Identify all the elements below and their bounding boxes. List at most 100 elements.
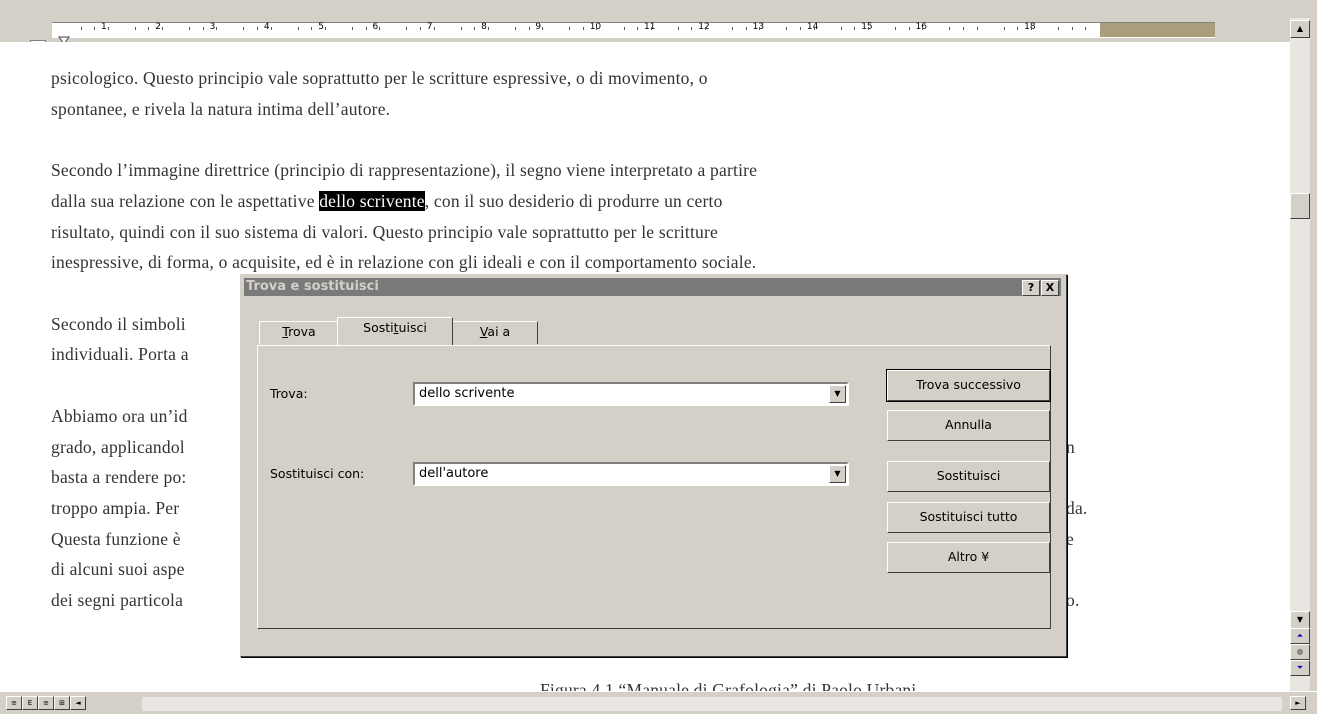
ruler-number: 3 (209, 22, 216, 32)
ruler-tick (365, 27, 367, 30)
close-button[interactable]: X (1041, 280, 1059, 296)
ruler-tick (297, 27, 299, 30)
ruler-number: 15 (861, 22, 873, 32)
ruler-tick (786, 27, 788, 30)
find-input[interactable]: dello scrivente ▼ (413, 382, 849, 406)
ruler-tick (162, 27, 164, 30)
ruler-tick (813, 27, 815, 30)
doc-text: , con il suo desiderio di produrre un ce… (424, 191, 723, 211)
ruler-tick (460, 27, 462, 30)
tab-vai-a[interactable]: Vai a (452, 321, 538, 344)
doc-fragment: n (1066, 437, 1075, 457)
ruler-number: 1 (101, 22, 107, 32)
doc-fragment: o. (1066, 590, 1080, 610)
ruler-tick (1017, 27, 1019, 30)
ruler-number: 9 (535, 22, 542, 32)
doc-line: risultato, quindi con il suo sistema di … (51, 222, 718, 242)
ruler-tick (487, 27, 489, 30)
scroll-right-button[interactable]: ► (1290, 696, 1306, 710)
next-page-button[interactable]: ⏷ (1290, 660, 1310, 676)
scroll-down-button[interactable]: ▼ (1290, 611, 1310, 629)
normal-view-button[interactable]: ≡ (6, 696, 22, 710)
selected-text[interactable]: dello scrivente (319, 191, 425, 211)
doc-line-with-selection: dalla sua relazione con le aspettative d… (51, 191, 723, 212)
web-layout-view-button[interactable]: E (22, 696, 38, 710)
doc-line: dei segni particola (51, 590, 184, 610)
ruler-number: 12 (698, 22, 710, 32)
find-input-value: dello scrivente (419, 386, 515, 401)
replace-input[interactable]: dell'autore ▼ (413, 462, 849, 486)
ruler-number: 10 (589, 22, 602, 32)
doc-line: Abbiamo ora un’id (51, 406, 188, 426)
doc-line: individuali. Porta a (51, 344, 189, 364)
ruler-tick (732, 27, 734, 30)
doc-fragment: e (1066, 529, 1074, 549)
tab-trova[interactable]: Trova (259, 321, 339, 344)
find-label: Trova: (270, 386, 308, 401)
horizontal-scroll-track[interactable] (142, 697, 1282, 711)
ruler-tick (908, 27, 910, 30)
ruler-tick (596, 27, 598, 30)
ruler-tick (650, 27, 652, 30)
tab-label: Trova (282, 324, 316, 339)
tab-label: Vai a (479, 324, 511, 339)
ruler-tick (867, 27, 869, 30)
replace-all-button[interactable]: Sostituisci tutto (887, 502, 1050, 533)
ruler-right-margin-area[interactable] (1100, 22, 1215, 38)
ruler-tick (474, 27, 476, 30)
ruler-tick (542, 27, 544, 30)
replace-input-value: dell'autore (419, 466, 489, 481)
ruler-tick (637, 27, 639, 30)
ruler-tick (189, 27, 191, 30)
previous-page-button[interactable]: ⏶ (1290, 628, 1310, 644)
ruler-tick (677, 27, 679, 30)
ruler-tick (745, 27, 747, 30)
doc-line: Questa funzione è (51, 529, 181, 549)
ruler-tick (962, 27, 964, 30)
ruler-tick (569, 27, 571, 30)
ruler-tick (257, 27, 259, 30)
ruler-tick (419, 27, 421, 30)
ruler-tick (759, 27, 761, 30)
dialog-title: Trova e sostituisci (246, 279, 379, 294)
more-button[interactable]: Altro ¥ (887, 542, 1050, 573)
outline-view-button[interactable]: ⊞ (54, 696, 70, 710)
ruler-tick (134, 27, 136, 30)
ruler-tick (216, 27, 218, 30)
tab-sostituisci[interactable]: Sostituisci (337, 317, 453, 345)
ruler-number: 18 (1024, 22, 1036, 32)
ruler-tick (270, 27, 272, 30)
doc-text: dalla sua relazione con le aspettative (51, 191, 320, 211)
cancel-button[interactable]: Annulla (887, 410, 1050, 441)
ruler-tick (80, 27, 82, 30)
tab-label: Sostituisci (363, 320, 427, 335)
ruler-number: 2 (155, 22, 162, 32)
ruler-tick (949, 27, 951, 30)
horizontal-ruler[interactable]: L 1234567891011121314151618 (0, 18, 1290, 61)
ruler-tick (311, 27, 313, 30)
print-layout-view-button[interactable]: ≡ (38, 696, 54, 710)
ruler-tick (514, 27, 516, 30)
doc-line: Secondo l’immagine direttrice (principio… (51, 160, 758, 180)
find-next-button[interactable]: Trova successivo (886, 369, 1051, 402)
find-dropdown-arrow-icon[interactable]: ▼ (829, 385, 846, 403)
doc-line: di alcuni suoi aspe (51, 559, 185, 579)
replace-button[interactable]: Sostituisci (887, 461, 1050, 492)
select-browse-object-button[interactable]: ● (1290, 644, 1310, 660)
doc-line: troppo ampia. Per (51, 498, 180, 518)
scroll-up-button[interactable]: ▲ (1290, 20, 1310, 38)
ruler-tick (352, 27, 354, 30)
ruler-tick (243, 27, 245, 30)
dialog-titlebar[interactable]: Trova e sostituisci ? X (244, 278, 1061, 296)
ruler-number: 7 (426, 22, 433, 32)
vertical-scrollbar[interactable]: ▲ ▼ ⏶ ● ⏷ (1290, 18, 1310, 691)
scroll-left-button[interactable]: ◄ (70, 696, 86, 710)
ruler-tick (202, 27, 204, 30)
ruler-tick (107, 27, 109, 30)
window-border (1310, 18, 1317, 713)
scroll-thumb[interactable] (1290, 193, 1310, 219)
tab-panel: Trova: dello scrivente ▼ Sostituisci con… (257, 345, 1051, 629)
help-button[interactable]: ? (1022, 280, 1040, 296)
replace-dropdown-arrow-icon[interactable]: ▼ (829, 465, 846, 483)
ruler-number: 14 (806, 22, 819, 32)
